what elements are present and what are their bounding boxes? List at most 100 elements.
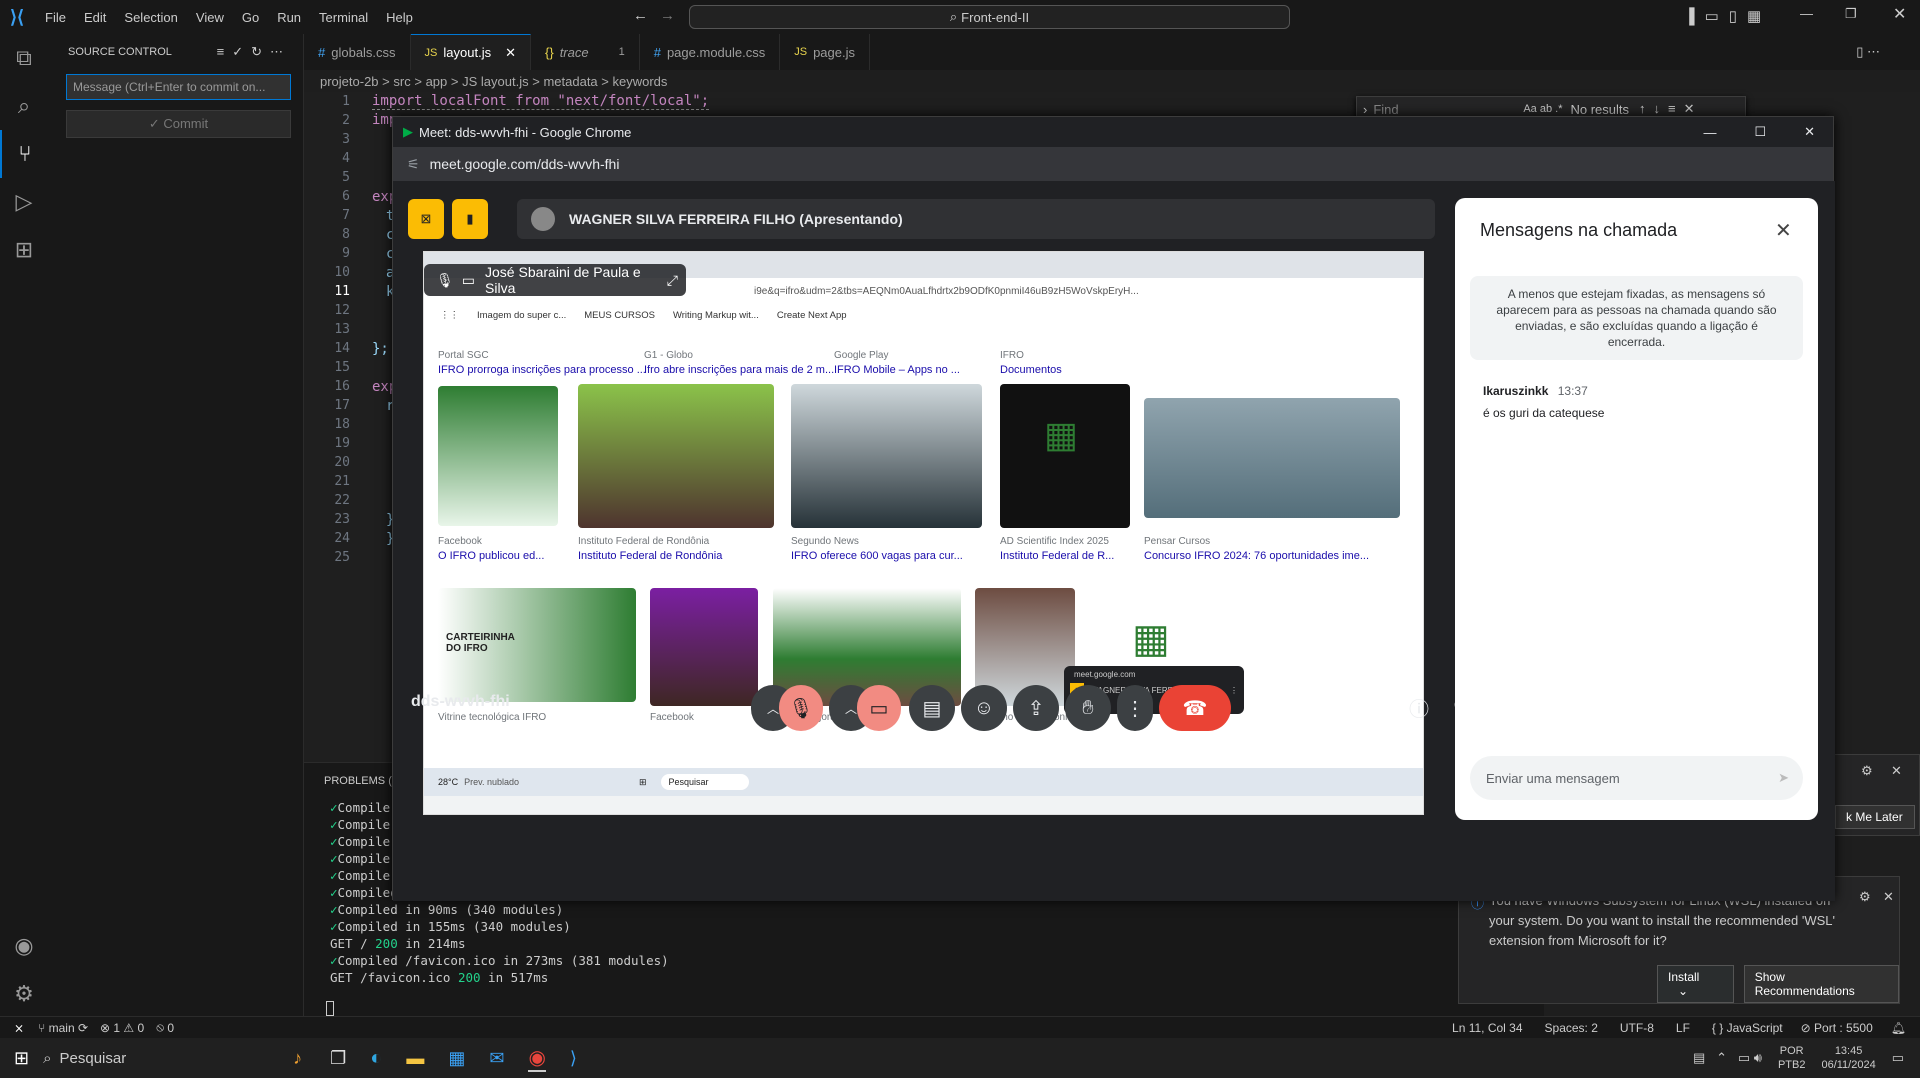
more-options-button[interactable]: ⋮ <box>1117 685 1153 731</box>
chat-input[interactable]: Enviar uma mensagem ➤ <box>1470 756 1803 800</box>
result-image[interactable] <box>1144 398 1400 518</box>
menu-run[interactable]: Run <box>277 10 301 25</box>
result-image[interactable]: ▦ <box>1000 384 1130 528</box>
site-info-icon[interactable]: ⚟ <box>407 156 420 173</box>
tab-trace[interactable]: {} trace 1 <box>531 34 640 70</box>
eol[interactable]: LF <box>1676 1021 1690 1035</box>
problems-status[interactable]: ⊗ 1 ⚠ 0 <box>100 1021 144 1035</box>
camera-toggle-button[interactable]: ▭ <box>857 685 901 731</box>
find-nav-icon[interactable]: ↑↓≡✕ <box>1639 101 1702 117</box>
tab-close-icon[interactable]: ✕ <box>505 45 516 61</box>
menu-terminal[interactable]: Terminal <box>319 10 368 25</box>
tab-layout-js[interactable]: JS layout.js ✕ <box>410 34 531 70</box>
store-icon[interactable]: ▦ <box>448 1048 465 1069</box>
live-server-port[interactable]: Port : 5500 <box>1814 1021 1873 1035</box>
command-center[interactable]: ⌕ Front-end-II <box>689 5 1290 29</box>
menu-go[interactable]: Go <box>242 10 259 25</box>
gear-icon[interactable]: ⚙ <box>1859 889 1871 905</box>
address-bar[interactable]: ⚟ meet.google.com/dds-wvvh-fhi <box>393 147 1833 181</box>
commit-button[interactable]: ✓ Commit <box>66 110 291 138</box>
bell-icon[interactable]: 🔔︎ <box>1891 1021 1906 1035</box>
mic-toggle-button[interactable]: 🎙︎ <box>779 685 823 731</box>
settings-gear-icon[interactable]: ⚙ <box>0 970 48 1018</box>
expand-icon[interactable]: ⤢ <box>667 272 678 289</box>
vscode-taskbar-icon[interactable]: ⟩ <box>570 1048 577 1069</box>
menu-file[interactable]: File <box>45 10 66 25</box>
install-button[interactable]: Install ⌄ <box>1657 965 1734 1003</box>
close-icon[interactable]: ✕ <box>1883 889 1894 905</box>
send-icon[interactable]: ➤ <box>1778 770 1789 786</box>
clock[interactable]: 13:45 06/11/2024 <box>1821 1044 1875 1072</box>
cursor-position[interactable]: Ln 11, Col 34 <box>1452 1021 1523 1035</box>
ask-later-button[interactable]: k Me Later <box>1835 805 1915 829</box>
result-image[interactable] <box>438 386 558 526</box>
close-icon[interactable]: ✕ <box>1893 4 1906 24</box>
toggle-replace-icon[interactable]: › <box>1363 102 1367 117</box>
gear-icon[interactable]: ⚙ <box>1861 763 1873 779</box>
indentation[interactable]: Spaces: 2 <box>1545 1021 1598 1035</box>
minimize-icon[interactable]: — <box>1800 6 1813 21</box>
explorer-icon[interactable]: ⧉ <box>0 34 48 82</box>
ports-count[interactable]: 0 <box>167 1021 174 1035</box>
tab-page-module-css[interactable]: # page.module.css <box>640 34 781 70</box>
extensions-icon[interactable]: ⊞ <box>0 226 48 274</box>
menu-edit[interactable]: Edit <box>84 10 106 25</box>
task-view-icon[interactable]: ❐ <box>330 1048 346 1069</box>
crumb-project[interactable]: projeto-2b <box>320 74 379 89</box>
widget-icon[interactable]: ♪ <box>293 1048 302 1069</box>
encoding[interactable]: UTF-8 <box>1620 1021 1654 1035</box>
minimize-icon[interactable]: — <box>1703 125 1716 140</box>
sync-icon[interactable]: ⟳ <box>78 1021 88 1035</box>
close-icon[interactable]: ✕ <box>1891 763 1902 779</box>
source-control-icon[interactable]: ⑂ <box>0 130 48 178</box>
language-indicator[interactable]: POR PTB2 <box>1778 1044 1806 1072</box>
windows-start-icon[interactable]: ⊞ <box>14 1048 29 1069</box>
reactions-button[interactable]: ☺ <box>961 685 1007 731</box>
menu-view[interactable]: View <box>196 10 224 25</box>
sidebar-actions-icon[interactable]: ≡✓↻⋯ <box>217 44 291 60</box>
present-button[interactable]: ⇪ <box>1013 685 1059 731</box>
forward-arrow-icon[interactable]: → <box>660 7 675 24</box>
back-arrow-icon[interactable]: ← <box>633 7 648 24</box>
close-icon[interactable]: ✕ <box>1804 124 1815 140</box>
tray-icons[interactable]: ▤ ⌃ ▭ 🔊︎ <box>1693 1050 1762 1066</box>
crumb-app[interactable]: app <box>426 74 448 89</box>
restore-icon[interactable]: ❐ <box>1845 6 1857 22</box>
more-icon[interactable]: ⋮ <box>1230 686 1238 695</box>
chrome-icon[interactable]: ◉ <box>528 1045 546 1072</box>
crumb-src[interactable]: src <box>393 74 410 89</box>
captions-button[interactable]: ▤ <box>909 685 955 731</box>
info-icon[interactable]: ⓘ <box>1409 693 1429 722</box>
match-options-icon[interactable]: Aa ab .* <box>1523 103 1562 115</box>
notifications-icon[interactable]: ▭ <box>1892 1050 1904 1066</box>
tab-page-js[interactable]: JS page.js <box>780 34 870 70</box>
layout-icons[interactable]: ▐▭▯▦ <box>1684 7 1771 25</box>
show-recommendations-button[interactable]: Show Recommendations <box>1743 965 1899 1003</box>
taskbar-search[interactable]: ⌕ Pesquisar <box>43 1043 273 1073</box>
run-debug-icon[interactable]: ▷ <box>0 178 48 226</box>
branch-name[interactable]: main <box>49 1021 75 1035</box>
crumb-keywords[interactable]: keywords <box>613 74 668 89</box>
crumb-file[interactable]: JS layout.js <box>462 74 528 89</box>
leave-call-button[interactable]: ☎︎ <box>1159 685 1231 731</box>
search-icon[interactable]: ⌕ <box>0 82 48 130</box>
maximize-icon[interactable]: ☐ <box>1754 124 1766 140</box>
remote-icon[interactable]: ⨯ <box>14 1021 24 1035</box>
mail-icon[interactable]: ✉ <box>489 1048 504 1069</box>
split-editor-icon[interactable]: ▯ ⋯ <box>1856 44 1880 60</box>
result-image[interactable] <box>650 588 758 706</box>
raise-hand-button[interactable]: ✋︎ <box>1065 685 1111 731</box>
menu-help[interactable]: Help <box>386 10 413 25</box>
result-image[interactable] <box>791 384 982 528</box>
find-input[interactable]: Find <box>1373 102 1523 117</box>
accounts-icon[interactable]: ◉ <box>0 922 48 970</box>
menu-selection[interactable]: Selection <box>124 10 177 25</box>
pin-presentation-icon[interactable]: ▮ <box>452 199 488 239</box>
tab-globals-css[interactable]: # globals.css <box>304 34 411 70</box>
result-image[interactable]: CARTEIRINHA DO IFRO <box>438 588 636 702</box>
stop-presenting-icon[interactable]: ⊠ <box>408 199 444 239</box>
result-image[interactable] <box>578 384 774 528</box>
file-explorer-icon[interactable]: ▬ <box>406 1048 424 1069</box>
language-mode[interactable]: JavaScript <box>1727 1021 1783 1035</box>
close-panel-icon[interactable]: ✕ <box>1775 218 1792 243</box>
